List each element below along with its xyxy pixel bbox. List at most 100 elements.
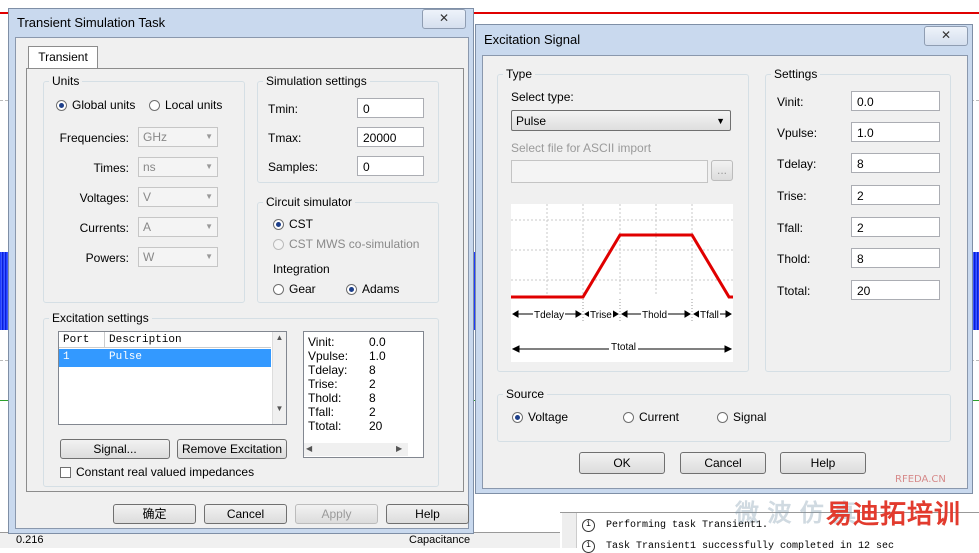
param-value: 20 xyxy=(369,419,383,433)
times-label: Times: xyxy=(93,161,129,175)
current-radio[interactable] xyxy=(623,412,634,423)
cst-mws-radio[interactable] xyxy=(273,239,284,250)
units-group-label: Units xyxy=(49,74,83,88)
chevron-down-icon: ▼ xyxy=(205,222,213,231)
adams-radio[interactable] xyxy=(346,284,357,295)
samples-input[interactable]: 0 xyxy=(357,156,424,176)
params-values: 0.0 1.0 8 2 8 2 20 xyxy=(369,335,386,433)
scroll-down-icon: ▼ xyxy=(275,404,284,413)
vinit-label: Vinit: xyxy=(777,95,804,109)
voltages-label: Voltages: xyxy=(79,191,129,205)
help-button[interactable]: Help xyxy=(780,452,866,474)
source-group-label: Source xyxy=(503,387,548,401)
global-units-radio[interactable] xyxy=(56,100,67,111)
cancel-button[interactable]: Cancel xyxy=(680,452,766,474)
ok-button[interactable]: OK xyxy=(579,452,665,474)
tmax-label: Tmax: xyxy=(268,131,302,145)
thold-text: Thold xyxy=(641,310,669,321)
vpulse-input[interactable]: 1.0 xyxy=(851,122,940,142)
currents-select[interactable]: A ▼ xyxy=(138,217,218,237)
excitation-dialog-body: Type Select type: Pulse ▼ Select file fo… xyxy=(482,55,968,489)
table-row[interactable]: 1 Pulse xyxy=(59,349,271,367)
transient-dialog-titlebar[interactable]: Transient Simulation Task xyxy=(9,9,473,37)
info-icon: i xyxy=(582,519,595,532)
tmax-input[interactable]: 20000 xyxy=(357,127,424,147)
excitation-signal-dialog: Excitation Signal ✕ Type Select type: Pu… xyxy=(475,24,973,494)
row-port: 1 xyxy=(63,351,70,363)
times-value: ns xyxy=(143,160,156,174)
trise-text: Trise xyxy=(589,310,613,321)
voltages-select[interactable]: V ▼ xyxy=(138,187,218,207)
local-units-radio[interactable] xyxy=(149,100,160,111)
transient-dialog: Transient Simulation Task ✕ Transient Un… xyxy=(8,8,474,534)
ttotal-input[interactable]: 20 xyxy=(851,280,940,300)
chevron-down-icon: ▼ xyxy=(716,116,725,126)
tmin-input[interactable]: 0 xyxy=(357,98,424,118)
trise-input[interactable]: 2 xyxy=(851,185,940,205)
params-hscrollbar[interactable]: ◀ ▶ xyxy=(304,443,408,456)
scroll-up-icon: ▲ xyxy=(275,333,284,342)
powers-select[interactable]: W ▼ xyxy=(138,247,218,267)
gear-radio[interactable] xyxy=(273,284,284,295)
samples-label: Samples: xyxy=(268,160,319,174)
tfall-input[interactable]: 2 xyxy=(851,217,940,237)
help-button[interactable]: Help xyxy=(386,504,469,524)
column-header-port[interactable]: Port xyxy=(59,332,105,348)
ttotal-label: Ttotal: xyxy=(777,284,811,298)
pulse-diagram xyxy=(511,204,733,362)
excitation-dialog-title: Excitation Signal xyxy=(484,32,581,47)
thold-input[interactable]: 8 xyxy=(851,248,940,268)
ttotal-text: Ttotal xyxy=(609,342,639,353)
powers-value: W xyxy=(143,250,155,264)
column-header-description[interactable]: Description xyxy=(105,332,271,348)
simulation-settings-label: Simulation settings xyxy=(263,74,370,88)
param-key: Tdelay: xyxy=(308,363,348,377)
signal-button[interactable]: Signal... xyxy=(60,439,170,459)
param-value: 2 xyxy=(369,377,376,391)
tab-transient[interactable]: Transient xyxy=(28,46,98,69)
close-button[interactable]: ✕ xyxy=(422,9,466,29)
log-gutter xyxy=(562,513,577,548)
param-value: 1.0 xyxy=(369,349,386,363)
signal-radio[interactable] xyxy=(717,412,728,423)
param-key: Vpulse: xyxy=(308,349,349,363)
ascii-import-label: Select file for ASCII import xyxy=(511,141,652,155)
frequencies-select[interactable]: GHz ▼ xyxy=(138,127,218,147)
signal-label: Signal xyxy=(733,410,767,424)
browse-button[interactable]: ... xyxy=(711,160,733,181)
apply-button[interactable]: Apply xyxy=(295,504,378,524)
tdelay-input[interactable]: 8 xyxy=(851,153,940,173)
constant-impedance-checkbox[interactable] xyxy=(60,467,71,478)
signal-type-value: Pulse xyxy=(516,114,547,128)
param-value: 0.0 xyxy=(369,335,386,349)
frequencies-label: Frequencies: xyxy=(59,131,129,145)
remove-excitation-button[interactable]: Remove Excitation xyxy=(177,439,287,459)
cst-mws-label: CST MWS co-simulation xyxy=(289,237,420,251)
times-select[interactable]: ns ▼ xyxy=(138,157,218,177)
close-button[interactable]: ✕ xyxy=(924,26,968,46)
type-group-label: Type xyxy=(503,67,536,81)
param-value: 2 xyxy=(369,405,376,419)
integration-label: Integration xyxy=(273,262,330,276)
cancel-button[interactable]: Cancel xyxy=(204,504,287,524)
vinit-input[interactable]: 0.0 xyxy=(851,91,940,111)
trise-label: Trise: xyxy=(777,189,807,203)
param-key: Vinit: xyxy=(308,335,335,349)
signal-type-select[interactable]: Pulse ▼ xyxy=(511,110,731,131)
voltage-radio[interactable] xyxy=(512,412,523,423)
ok-button[interactable]: 确定 xyxy=(113,504,196,524)
table-scrollbar[interactable]: ▲ ▼ xyxy=(272,332,286,424)
cst-radio[interactable] xyxy=(273,219,284,230)
chevron-down-icon: ▼ xyxy=(205,162,213,171)
gear-label: Gear xyxy=(289,282,316,296)
current-label: Current xyxy=(639,410,680,424)
chevron-down-icon: ▼ xyxy=(205,132,213,141)
ascii-file-input[interactable] xyxy=(511,160,708,183)
powers-label: Powers: xyxy=(85,251,129,265)
excitation-settings-label: Excitation settings xyxy=(49,311,152,325)
excitation-dialog-titlebar[interactable]: Excitation Signal xyxy=(476,25,972,55)
constant-impedance-label: Constant real valued impedances xyxy=(76,465,255,479)
local-units-label: Local units xyxy=(165,98,223,112)
currents-value: A xyxy=(143,220,152,234)
param-value: 8 xyxy=(369,363,376,377)
